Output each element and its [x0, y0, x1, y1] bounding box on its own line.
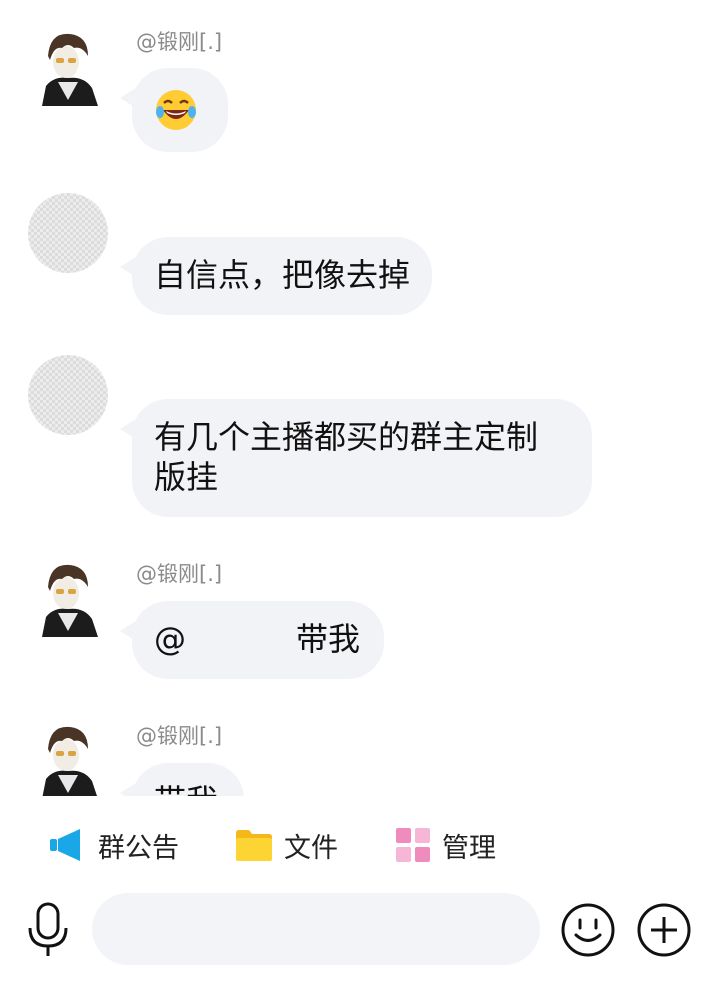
avatar[interactable]: [28, 26, 108, 106]
plus-icon: [637, 903, 691, 957]
more-button[interactable]: [636, 902, 692, 962]
announcement-label: 群公告: [98, 832, 179, 864]
megaphone-icon: [50, 829, 80, 861]
voice-button[interactable]: [26, 902, 70, 962]
message-bubble[interactable]: 带我: [132, 763, 244, 796]
emoji-button[interactable]: [560, 902, 616, 962]
avatar[interactable]: [28, 719, 108, 796]
message-input[interactable]: [92, 893, 540, 965]
sender-name[interactable]: @锻刚[.]: [136, 26, 222, 56]
message-text: 带我: [154, 782, 218, 796]
sender-name[interactable]: @锻刚[.]: [136, 558, 222, 588]
message-text-line: 版挂: [154, 458, 219, 496]
message-bubble[interactable]: [132, 68, 228, 152]
avatar[interactable]: [28, 557, 108, 637]
avatar-placeholder[interactable]: [28, 355, 108, 435]
folder-icon: [236, 830, 272, 861]
sender-name[interactable]: @锻刚[.]: [136, 720, 222, 750]
smiley-icon: [561, 903, 615, 957]
message-bubble[interactable]: 自信点，把像去掉: [132, 237, 433, 315]
files-label: 文件: [284, 832, 338, 864]
message-text: 带我: [296, 620, 361, 658]
message-input-bar: [0, 888, 720, 972]
avatar-placeholder[interactable]: [28, 193, 108, 273]
announcement-button[interactable]: 群公告: [50, 822, 179, 868]
avatar-portrait-icon: [28, 719, 108, 796]
manage-label: 管理: [442, 832, 496, 864]
message-bubble[interactable]: 有几个主播都买的群主定制 版挂: [132, 399, 592, 517]
avatar-portrait-icon: [28, 26, 108, 106]
laughing-tears-emoji-icon: [156, 90, 196, 130]
mention-at: @: [154, 620, 186, 658]
group-toolbar: 群公告 文件 管理: [0, 810, 720, 880]
message-text: 自信点，把像去掉: [154, 256, 411, 294]
chat-message-list[interactable]: @锻刚[.] 自信点，把像去掉 有几个主播都买的群主定制 版挂 @锻刚[.] @…: [0, 0, 720, 796]
avatar-portrait-icon: [28, 557, 108, 637]
message-bubble[interactable]: @ 带我: [132, 601, 384, 679]
microphone-icon: [28, 902, 68, 956]
grid-icon: [396, 828, 430, 862]
manage-button[interactable]: 管理: [396, 822, 496, 868]
files-button[interactable]: 文件: [236, 822, 338, 868]
message-text-line: 有几个主播都买的群主定制: [154, 418, 539, 456]
